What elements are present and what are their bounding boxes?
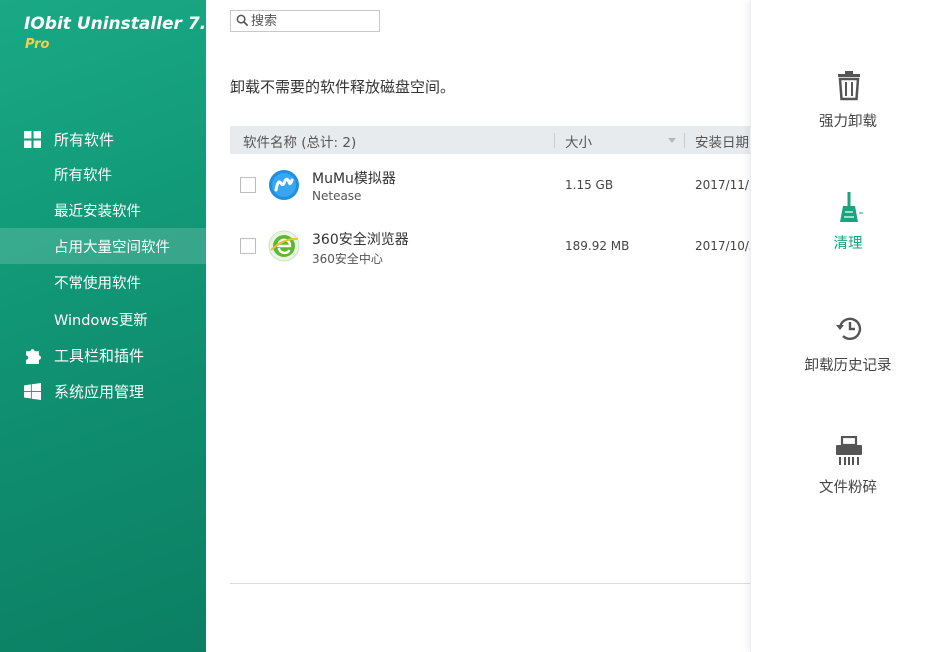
history-icon <box>836 317 862 341</box>
tools-panel: 强力卸载 清理 卸载历史记录 文件粉碎 <box>750 0 944 652</box>
sidebar-item-recently-installed[interactable]: 最近安装软件 <box>0 192 206 228</box>
column-divider <box>684 133 685 148</box>
tool-file-shredder[interactable]: 文件粉碎 <box>751 436 944 516</box>
tool-uninstall-history[interactable]: 卸载历史记录 <box>751 314 944 394</box>
tool-force-uninstall[interactable]: 强力卸载 <box>751 70 944 150</box>
divider <box>230 583 750 584</box>
sidebar-item-label: 所有软件 <box>54 168 112 184</box>
column-divider <box>554 133 555 148</box>
sidebar-item-large-software[interactable]: 占用大量空间软件 <box>0 228 206 264</box>
row-checkbox[interactable] <box>240 177 256 193</box>
sidebar-item-system-apps[interactable]: 系统应用管理 <box>0 373 206 409</box>
tool-label: 卸载历史记录 <box>804 358 892 374</box>
sidebar: IObit Uninstaller 7.1 Pro 所有软件 所有软件 最近安装… <box>0 0 218 652</box>
shredder-icon <box>836 436 862 465</box>
search-icon <box>236 14 249 27</box>
main-content: 卸载不需要的软件释放磁盘空间。 软件名称 (总计: 2) 大小 安装日期 MuM… <box>206 0 750 652</box>
app-size: 1.15 GB <box>565 178 614 192</box>
search-input[interactable] <box>251 12 377 30</box>
row-checkbox[interactable] <box>240 238 256 254</box>
sidebar-item-label: 系统应用管理 <box>54 383 145 401</box>
app-publisher: Netease <box>312 189 362 203</box>
sidebar-item-label: Windows更新 <box>54 313 148 329</box>
column-header-date[interactable]: 安装日期 <box>695 131 750 151</box>
sort-descending-icon <box>668 138 676 143</box>
tool-label: 强力卸载 <box>819 114 877 130</box>
tool-label: 文件粉碎 <box>819 480 877 496</box>
app-size: 189.92 MB <box>565 239 630 253</box>
app-install-date: 2017/10/3 <box>695 239 750 253</box>
sidebar-item-rarely-used[interactable]: 不常使用软件 <box>0 264 206 300</box>
360-browser-icon <box>268 230 300 262</box>
app-name: 360安全浏览器 <box>312 232 409 248</box>
sidebar-item-all-software-group[interactable]: 所有软件 <box>0 121 206 157</box>
table-row[interactable]: 360安全浏览器 360安全中心 189.92 MB 2017/10/3 <box>230 216 750 276</box>
grid-icon <box>24 131 41 148</box>
app-install-date: 2017/11/1 <box>695 178 750 192</box>
sidebar-item-label: 工具栏和插件 <box>54 347 145 365</box>
app-title: IObit Uninstaller 7.1 <box>24 14 218 34</box>
trash-icon <box>838 71 860 101</box>
tool-label: 清理 <box>833 236 863 252</box>
puzzle-icon <box>26 349 41 364</box>
app-publisher: 360安全中心 <box>312 252 383 266</box>
sidebar-item-label: 占用大量空间软件 <box>54 240 170 256</box>
sidebar-item-windows-updates[interactable]: Windows更新 <box>0 301 206 337</box>
windows-icon <box>24 383 41 400</box>
sidebar-item-toolbars-plugins[interactable]: 工具栏和插件 <box>0 337 206 373</box>
app-name: MuMu模拟器 <box>312 171 396 187</box>
search-box[interactable] <box>230 10 380 32</box>
sidebar-item-label: 最近安装软件 <box>54 204 141 220</box>
app-edition: Pro <box>25 37 50 52</box>
page-headline: 卸载不需要的软件释放磁盘空间。 <box>230 78 456 96</box>
column-header-size[interactable]: 大小 <box>565 131 592 151</box>
sidebar-item-label: 不常使用软件 <box>54 276 141 292</box>
broom-icon <box>840 192 863 222</box>
mumu-icon <box>269 170 299 200</box>
table-row[interactable]: MuMu模拟器 Netease 1.15 GB 2017/11/1 <box>230 155 750 215</box>
sidebar-item-label: 所有软件 <box>54 131 115 149</box>
sidebar-item-all-software[interactable]: 所有软件 <box>0 156 206 192</box>
column-header-name[interactable]: 软件名称 (总计: 2) <box>243 131 356 151</box>
tool-cleanup[interactable]: 清理 <box>751 192 944 272</box>
table-header: 软件名称 (总计: 2) 大小 安装日期 <box>230 126 750 154</box>
